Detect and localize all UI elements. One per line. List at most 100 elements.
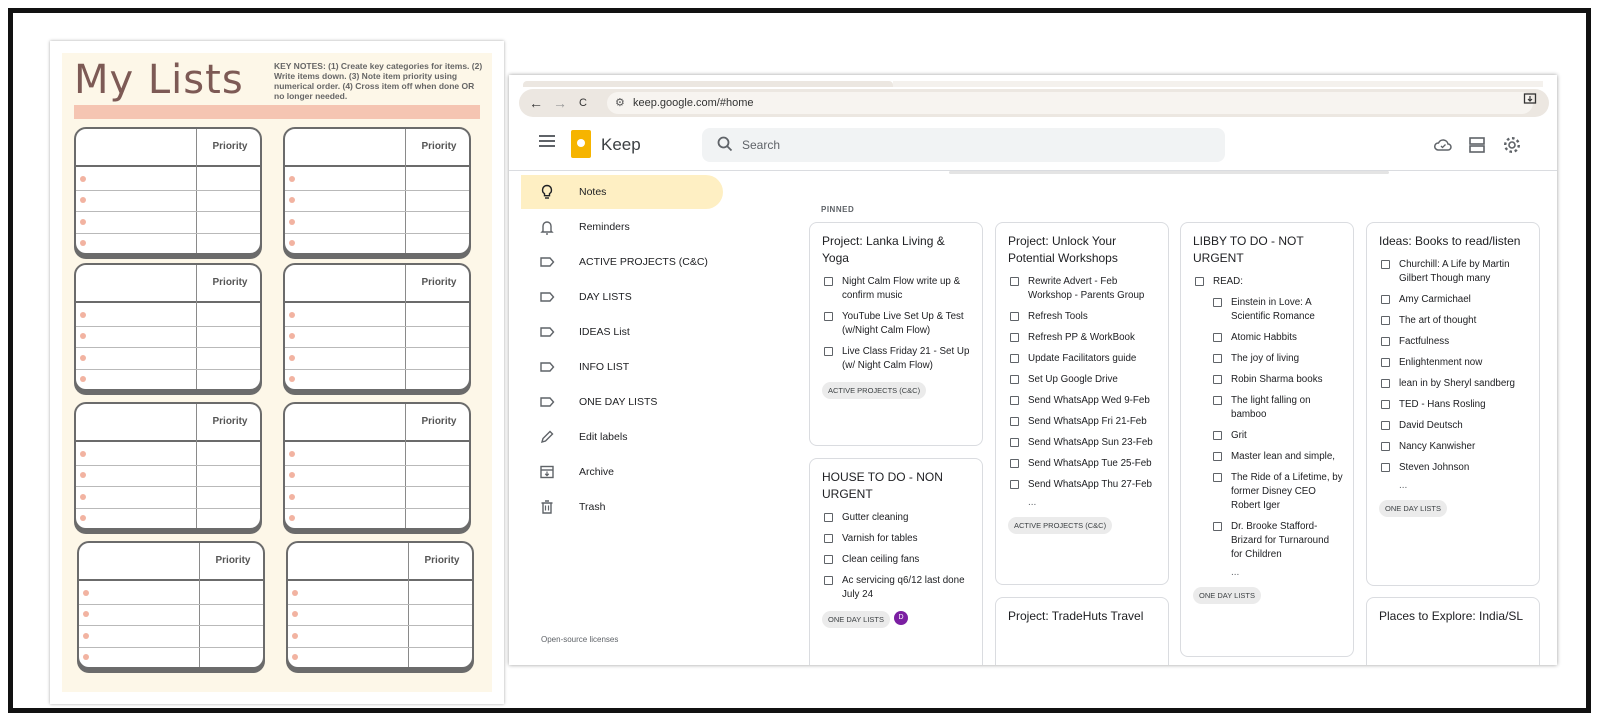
list-item: Send WhatsApp Thu 27-Feb — [1008, 478, 1158, 492]
list-box: Priority — [283, 402, 471, 530]
checkbox[interactable] — [1213, 431, 1222, 440]
checkbox[interactable] — [1381, 295, 1390, 304]
list-item: Ac servicing q6/12 last done July 24 — [822, 574, 972, 602]
list-item: Live Class Friday 21 - Set Up (w/ Night … — [822, 345, 972, 373]
checkbox[interactable] — [1010, 417, 1019, 426]
bullet-dot — [289, 451, 295, 457]
url-field[interactable]: ⚙ keep.google.com/#home — [607, 92, 1533, 114]
checkbox[interactable] — [824, 277, 833, 286]
bullet-dot — [83, 611, 89, 617]
sidebar-item-notes[interactable]: Notes — [521, 175, 723, 209]
printable-list-sheet: My Lists KEY NOTES: (1) Create key categ… — [50, 41, 504, 704]
note-card-unlock[interactable]: Project: Unlock Your Potential Workshops… — [995, 222, 1169, 585]
checkbox[interactable] — [1381, 421, 1390, 430]
note-card-places[interactable]: Places to Explore: India/SL — [1366, 597, 1540, 665]
install-app-icon[interactable] — [1523, 92, 1537, 106]
reload-icon[interactable]: C — [579, 94, 587, 112]
checkbox[interactable] — [1010, 438, 1019, 447]
checkbox[interactable] — [1213, 473, 1222, 482]
sheet-key-notes: KEY NOTES: (1) Create key categories for… — [274, 61, 483, 101]
bullet-dot — [83, 654, 89, 660]
list-view-icon[interactable] — [1467, 135, 1487, 155]
checkbox[interactable] — [1381, 442, 1390, 451]
priority-header: Priority — [421, 416, 457, 427]
checkbox[interactable] — [824, 513, 833, 522]
checkbox[interactable] — [1381, 316, 1390, 325]
list-item: Robin Sharma books — [1211, 373, 1343, 387]
checkbox[interactable] — [1213, 354, 1222, 363]
checkbox[interactable] — [1213, 452, 1222, 461]
tab-inactive[interactable] — [893, 81, 1543, 87]
collaborator-avatar[interactable]: D — [894, 610, 908, 625]
label-chip[interactable]: ACTIVE PROJECTS (C&C) — [822, 382, 927, 399]
back-icon[interactable]: ← — [529, 94, 543, 112]
column-divider — [405, 404, 406, 528]
priority-header: Priority — [215, 555, 251, 566]
note-card-house[interactable]: HOUSE TO DO - NON URGENT Gutter cleaning… — [809, 458, 983, 665]
sidebar-item-ideas-list[interactable]: IDEAS List — [521, 315, 723, 349]
note-card-books[interactable]: Ideas: Books to read/listen Churchill: A… — [1366, 222, 1540, 586]
label-chip[interactable]: ONE DAY LISTS — [822, 611, 890, 628]
note-card-lanka[interactable]: Project: Lanka Living & Yoga Night Calm … — [809, 222, 983, 446]
checkbox[interactable] — [1381, 463, 1390, 472]
list-item: Amy Carmichael — [1379, 293, 1529, 307]
sidebar-item-info-list[interactable]: INFO LIST — [521, 350, 723, 384]
checkbox[interactable] — [1213, 396, 1222, 405]
checkbox[interactable] — [1010, 396, 1019, 405]
priority-header: Priority — [212, 277, 248, 288]
note-card-libby[interactable]: LIBBY TO DO - NOT URGENT READ: Einstein … — [1180, 222, 1354, 657]
sidebar-item-archive[interactable]: Archive — [521, 455, 723, 489]
sidebar-item-day-lists[interactable]: DAY LISTS — [521, 280, 723, 314]
label-chip[interactable]: ONE DAY LISTS — [1379, 500, 1447, 517]
checkbox[interactable] — [1381, 400, 1390, 409]
checkbox[interactable] — [1010, 277, 1019, 286]
checkbox[interactable] — [1381, 379, 1390, 388]
checkbox[interactable] — [824, 534, 833, 543]
checkbox[interactable] — [1010, 354, 1019, 363]
checkbox[interactable] — [824, 312, 833, 321]
bullet-dot — [83, 633, 89, 639]
search-icon[interactable] — [716, 135, 734, 153]
checkbox[interactable] — [1381, 260, 1390, 269]
checkbox[interactable] — [1213, 333, 1222, 342]
bullet-dot — [80, 515, 86, 521]
header-shadow — [949, 171, 1389, 174]
search-input[interactable]: Search — [702, 128, 1225, 162]
sidebar-item-trash[interactable]: Trash — [521, 490, 723, 524]
row-divider — [76, 347, 260, 348]
site-settings-icon[interactable]: ⚙ — [615, 96, 625, 109]
checkbox[interactable] — [1381, 358, 1390, 367]
label-chip[interactable]: ONE DAY LISTS — [1193, 587, 1261, 604]
checkbox[interactable] — [1010, 459, 1019, 468]
checkbox[interactable] — [824, 576, 833, 585]
list-item: Refresh PP & WorkBook — [1008, 331, 1158, 345]
settings-gear-icon[interactable] — [1502, 135, 1522, 155]
checkbox[interactable] — [1195, 277, 1204, 286]
note-card-tradehuts[interactable]: Project: TradeHuts Travel — [995, 597, 1169, 665]
sidebar-item-reminders[interactable]: Reminders — [521, 210, 723, 244]
checkbox[interactable] — [1213, 298, 1222, 307]
list-item: Send WhatsApp Fri 21-Feb — [1008, 415, 1158, 429]
checkbox[interactable] — [1010, 333, 1019, 342]
sidebar-item-edit-labels[interactable]: Edit labels — [521, 420, 723, 454]
checkbox[interactable] — [1213, 522, 1222, 531]
checkbox[interactable] — [1010, 480, 1019, 489]
label-chip[interactable]: ACTIVE PROJECTS (C&C) — [1008, 517, 1113, 534]
sidebar-item-one-day-lists[interactable]: ONE DAY LISTS — [521, 385, 723, 419]
open-source-licenses-link[interactable]: Open-source licenses — [541, 635, 618, 644]
main-menu-icon[interactable] — [539, 135, 555, 147]
checkbox[interactable] — [1381, 337, 1390, 346]
list-item: Dr. Brooke Stafford-Brizard for Turnarou… — [1211, 520, 1343, 562]
checkbox[interactable] — [1010, 312, 1019, 321]
more-items-ellipsis: ... — [1231, 567, 1240, 578]
cloud-sync-icon[interactable] — [1433, 135, 1453, 155]
list-item: Night Calm Flow write up & confirm music — [822, 275, 972, 303]
tab-active[interactable] — [523, 81, 893, 87]
list-item: Clean ceiling fans — [822, 553, 972, 567]
checkbox[interactable] — [1010, 375, 1019, 384]
checkbox[interactable] — [824, 347, 833, 356]
forward-icon[interactable]: → — [553, 94, 567, 112]
sidebar-item-active-projects[interactable]: ACTIVE PROJECTS (C&C) — [521, 245, 723, 279]
checkbox[interactable] — [1213, 375, 1222, 384]
checkbox[interactable] — [824, 555, 833, 564]
